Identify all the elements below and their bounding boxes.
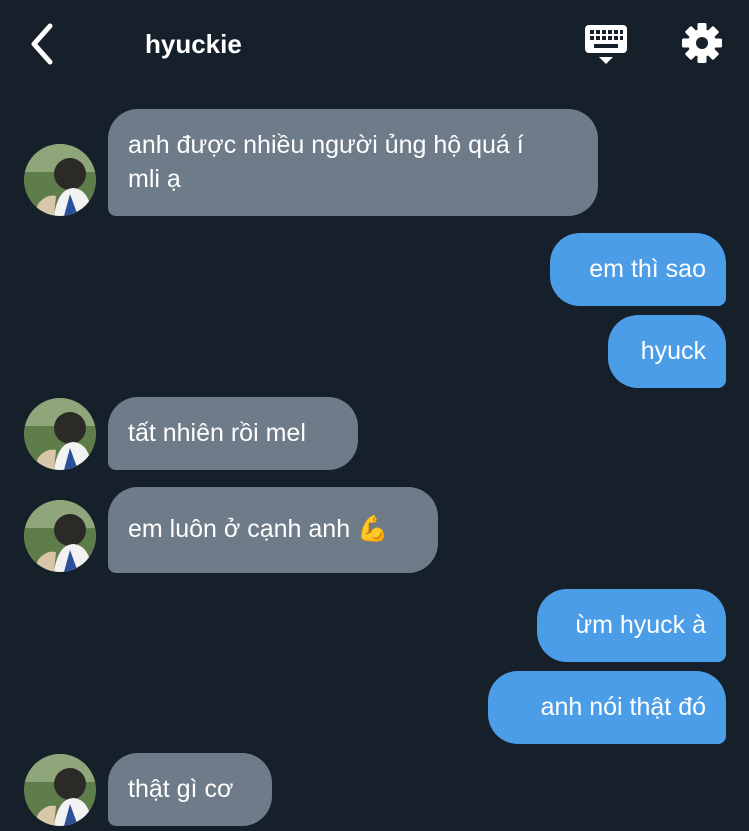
back-button[interactable] bbox=[26, 22, 62, 66]
message-bubble-incoming[interactable]: anh được nhiều người ủng hộ quá í mli ạ bbox=[108, 109, 598, 216]
message-text-line: em luôn ở cạnh anh 💪 bbox=[128, 515, 389, 543]
message-text-line: thật gì cơ bbox=[128, 775, 234, 803]
profile-photo bbox=[24, 500, 96, 572]
chat-header: hyuckie bbox=[0, 0, 749, 90]
message-text-line: anh nói thật đó bbox=[540, 693, 706, 721]
keyboard-button[interactable] bbox=[584, 24, 628, 66]
message-text-line: mli ạ bbox=[128, 165, 181, 193]
message-bubble-outgoing[interactable]: ừm hyuck à bbox=[537, 589, 726, 662]
message-bubble-outgoing[interactable]: hyuck bbox=[608, 315, 726, 388]
profile-photo bbox=[24, 754, 96, 826]
message-text-line: em thì sao bbox=[589, 255, 706, 283]
chevron-left-icon bbox=[31, 23, 53, 65]
message-bubble-incoming[interactable]: em luôn ở cạnh anh 💪 bbox=[108, 487, 438, 573]
profile-photo bbox=[24, 144, 96, 216]
avatar[interactable] bbox=[24, 500, 96, 572]
avatar[interactable] bbox=[24, 398, 96, 470]
message-text-line: tất nhiên rồi mel bbox=[128, 419, 306, 447]
message-text-line: ừm hyuck à bbox=[575, 611, 706, 639]
message-bubble-incoming[interactable]: tất nhiên rồi mel bbox=[108, 397, 358, 470]
gear-icon bbox=[682, 23, 722, 63]
avatar[interactable] bbox=[24, 754, 96, 826]
settings-button[interactable] bbox=[681, 22, 723, 64]
message-bubble-outgoing[interactable]: anh nói thật đó bbox=[488, 671, 726, 744]
keyboard-icon bbox=[585, 25, 627, 64]
message-text-line: hyuck bbox=[640, 337, 706, 365]
message-text-line: anh được nhiều người ủng hộ quá í bbox=[128, 131, 524, 159]
message-bubble-outgoing[interactable]: em thì sao bbox=[550, 233, 726, 306]
message-bubble-incoming[interactable]: thật gì cơ bbox=[108, 753, 272, 826]
profile-photo bbox=[24, 398, 96, 470]
page-title: hyuckie bbox=[145, 29, 242, 59]
avatar[interactable] bbox=[24, 144, 96, 216]
